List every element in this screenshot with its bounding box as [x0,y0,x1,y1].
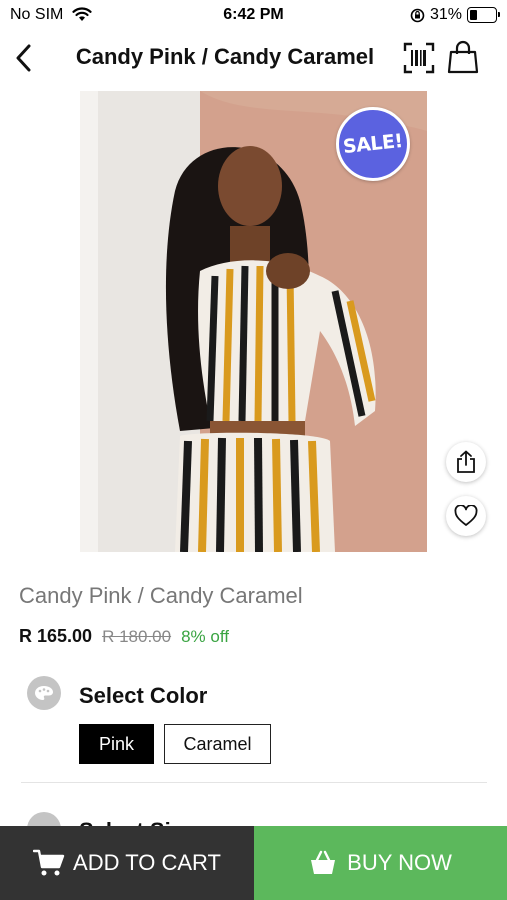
shopping-basket-icon [311,850,336,874]
back-button[interactable] [8,40,38,76]
add-to-cart-label: ADD TO CART [73,850,221,875]
product-name: Candy Pink / Candy Caramel [19,583,303,608]
color-option-caramel[interactable]: Caramel [164,724,271,764]
share-icon [457,450,475,473]
price-row: R 165.00 R 180.00 8% off [19,626,229,647]
page-title: Candy Pink / Candy Caramel [75,44,375,69]
add-to-cart-button[interactable]: ADD TO CART [0,826,254,900]
cart-icon [33,849,65,876]
color-option-pink[interactable]: Pink [79,724,154,764]
share-button[interactable] [446,442,486,482]
heart-icon [454,505,478,526]
select-color-label: Select Color [79,683,208,708]
favorite-button[interactable] [446,496,486,536]
battery-icon [467,7,500,23]
bottom-action-bar: ADD TO CART BUY NOW [0,826,507,900]
sale-badge-label: SALE! [342,129,404,159]
shopping-bag-button[interactable] [445,39,481,75]
discount-label: 8% off [181,627,229,646]
buy-now-label: BUY NOW [347,850,452,875]
current-price: R 165.00 [19,626,93,646]
battery-percent: 31% [430,6,463,23]
chevron-left-icon [16,44,31,72]
original-price: R 180.00 [102,627,172,646]
buy-now-button[interactable]: BUY NOW [254,826,507,900]
shopping-bag-icon [447,40,479,74]
section-divider [21,782,487,783]
nav-bar: Candy Pink / Candy Caramel [0,30,507,86]
barcode-icon [403,42,435,74]
sale-badge: SALE! [336,107,410,181]
rotation-lock-icon [410,8,425,23]
palette-icon [27,676,61,710]
barcode-scan-button[interactable] [402,40,436,76]
status-bar: No SIM 6:42 PM 31% [0,0,507,30]
